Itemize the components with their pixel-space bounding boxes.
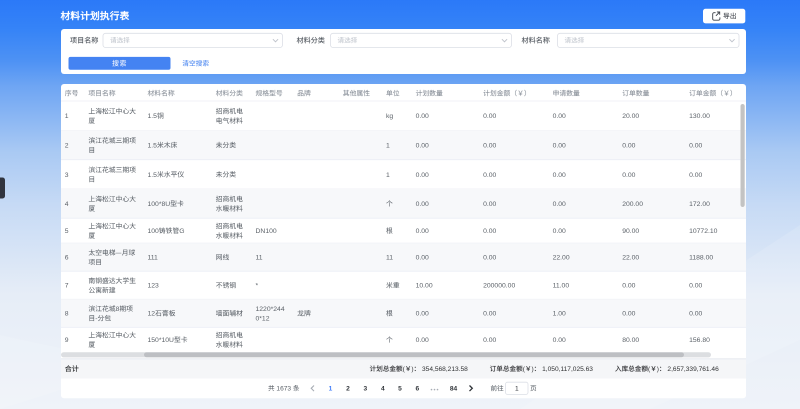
svg-text:354,568,213.58: 354,568,213.58 xyxy=(422,366,468,373)
svg-text:0.00: 0.00 xyxy=(416,311,429,318)
svg-text:4: 4 xyxy=(65,201,69,208)
svg-text:100*8U: 100*8U xyxy=(148,201,171,208)
svg-text:0.00: 0.00 xyxy=(416,113,429,120)
svg-text:1.5: 1.5 xyxy=(148,172,158,179)
svg-text:6: 6 xyxy=(415,386,419,393)
svg-text:7: 7 xyxy=(65,283,69,290)
svg-text:0.00: 0.00 xyxy=(553,143,566,150)
svg-text:1.5: 1.5 xyxy=(148,113,158,120)
svg-text:172.00: 172.00 xyxy=(689,201,710,208)
svg-text:12: 12 xyxy=(148,311,156,318)
svg-text:G: G xyxy=(179,228,184,235)
svg-text:0.00: 0.00 xyxy=(689,311,702,318)
svg-text:1: 1 xyxy=(386,143,390,150)
svg-text:1188.00: 1188.00 xyxy=(689,255,713,262)
svg-text:0.00: 0.00 xyxy=(622,311,635,318)
svg-text:0*12: 0*12 xyxy=(256,316,270,323)
svg-text:11: 11 xyxy=(386,255,393,262)
svg-text:0.00: 0.00 xyxy=(553,201,566,208)
svg-text:0.00: 0.00 xyxy=(622,172,635,179)
svg-text:1: 1 xyxy=(65,113,69,120)
svg-text:123: 123 xyxy=(148,283,160,290)
svg-text:10.00: 10.00 xyxy=(416,283,433,290)
svg-text:0.00: 0.00 xyxy=(622,143,635,150)
svg-text:0.00: 0.00 xyxy=(483,228,496,235)
svg-text:1: 1 xyxy=(515,386,519,393)
svg-text:84: 84 xyxy=(450,386,458,393)
svg-text:8: 8 xyxy=(116,306,120,313)
svg-text:0.00: 0.00 xyxy=(483,113,496,120)
svg-text:*: * xyxy=(256,283,259,290)
svg-text:1.5: 1.5 xyxy=(148,143,158,150)
svg-text:0.00: 0.00 xyxy=(553,113,566,120)
svg-text:80.00: 80.00 xyxy=(622,337,639,344)
svg-text:0.00: 0.00 xyxy=(553,337,566,344)
svg-text:3: 3 xyxy=(65,172,69,179)
svg-text:): ) xyxy=(532,366,534,373)
svg-text:156.80: 156.80 xyxy=(689,337,710,344)
svg-text:4: 4 xyxy=(381,386,385,393)
svg-text:22.00: 22.00 xyxy=(553,255,570,262)
svg-text:0.00: 0.00 xyxy=(416,143,429,150)
svg-text:0.00: 0.00 xyxy=(483,255,496,262)
svg-text:100: 100 xyxy=(148,228,160,235)
svg-text:-: - xyxy=(95,316,97,323)
svg-text:DN100: DN100 xyxy=(256,228,277,235)
svg-text:20.00: 20.00 xyxy=(622,113,639,120)
svg-text:0.00: 0.00 xyxy=(553,172,566,179)
svg-text:5: 5 xyxy=(65,228,69,235)
svg-text:8: 8 xyxy=(65,311,69,318)
svg-text:0.00: 0.00 xyxy=(689,143,702,150)
svg-text:0.00: 0.00 xyxy=(416,228,429,235)
svg-text:0.00: 0.00 xyxy=(622,283,635,290)
svg-text:200.00: 200.00 xyxy=(622,201,643,208)
svg-text:0.00: 0.00 xyxy=(483,311,496,318)
svg-text:2: 2 xyxy=(65,143,69,150)
svg-text:11: 11 xyxy=(256,255,263,262)
svg-text:3: 3 xyxy=(363,386,367,393)
svg-text:2: 2 xyxy=(346,386,350,393)
svg-text:5: 5 xyxy=(398,386,402,393)
svg-text:200000.00: 200000.00 xyxy=(483,283,515,290)
svg-text:0.00: 0.00 xyxy=(416,255,429,262)
svg-text:0.00: 0.00 xyxy=(553,228,566,235)
svg-text:1,050,117,025.63: 1,050,117,025.63 xyxy=(542,366,593,373)
svg-text:2,657,339,761.46: 2,657,339,761.46 xyxy=(667,366,719,373)
svg-text:150*10U: 150*10U xyxy=(148,337,175,344)
svg-text:0.00: 0.00 xyxy=(483,337,496,344)
svg-text:0.00: 0.00 xyxy=(689,172,702,179)
svg-text:6: 6 xyxy=(65,255,69,262)
svg-text:9: 9 xyxy=(65,337,69,344)
svg-text:): ) xyxy=(411,366,413,373)
svg-text:0.00: 0.00 xyxy=(416,337,429,344)
svg-text:0.00: 0.00 xyxy=(416,201,429,208)
svg-text:130.00: 130.00 xyxy=(689,113,710,120)
svg-text:1: 1 xyxy=(386,172,390,179)
svg-text:0.00: 0.00 xyxy=(416,172,429,179)
svg-text:11.00: 11.00 xyxy=(553,283,570,290)
svg-text:1673: 1673 xyxy=(276,386,291,393)
svg-text:1: 1 xyxy=(329,386,333,393)
svg-text:1220*244: 1220*244 xyxy=(256,306,285,313)
svg-text:): ) xyxy=(657,366,659,373)
svg-text:kg: kg xyxy=(386,113,393,120)
svg-text:10772.10: 10772.10 xyxy=(689,228,718,235)
svg-text:0.00: 0.00 xyxy=(483,143,496,150)
svg-text:1.00: 1.00 xyxy=(553,311,566,318)
svg-text:0.00: 0.00 xyxy=(483,172,496,179)
svg-text:0.00: 0.00 xyxy=(483,201,496,208)
svg-text:22.00: 22.00 xyxy=(622,255,639,262)
svg-text:90.00: 90.00 xyxy=(622,228,639,235)
svg-text:111: 111 xyxy=(148,255,159,262)
svg-text:0.00: 0.00 xyxy=(689,283,702,290)
